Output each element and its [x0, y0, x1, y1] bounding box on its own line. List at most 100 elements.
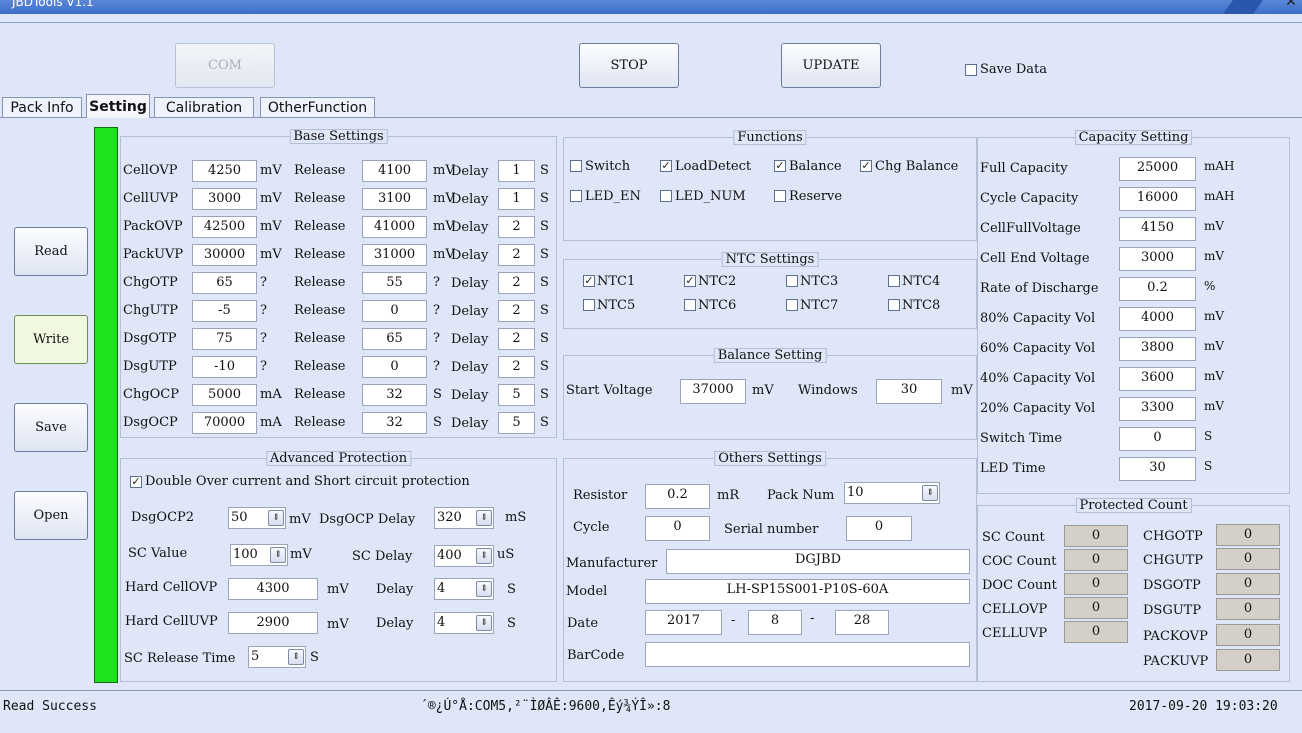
sc-delay-select[interactable]: 400 ⇕: [434, 545, 494, 567]
delay-value-input[interactable]: 2: [498, 356, 535, 378]
read-button[interactable]: Read: [14, 227, 88, 276]
spin-icon[interactable]: ⇕: [476, 510, 492, 526]
delay-value-input[interactable]: 5: [498, 412, 535, 434]
function-checkbox[interactable]: ✓: [860, 160, 872, 172]
spin-icon[interactable]: ⇕: [288, 649, 304, 665]
tab-other-function[interactable]: OtherFunction: [260, 97, 375, 117]
update-button[interactable]: UPDATE: [781, 43, 881, 88]
delay-value-input[interactable]: 2: [498, 272, 535, 294]
ntc-checkbox[interactable]: ✓: [684, 275, 696, 287]
release-value-input[interactable]: 32: [362, 384, 427, 406]
release-value-input[interactable]: 0: [362, 356, 427, 378]
start-voltage-input[interactable]: 37000: [680, 379, 746, 404]
model-input[interactable]: LH-SP15S001-P10S-60A: [645, 579, 970, 604]
delay-value-input[interactable]: 2: [498, 300, 535, 322]
function-label: Balance: [789, 159, 842, 174]
release-value-input[interactable]: 41000: [362, 216, 427, 238]
delay-value-input[interactable]: 2: [498, 244, 535, 266]
function-checkbox[interactable]: [570, 190, 582, 202]
ntc-checkbox[interactable]: [786, 275, 798, 287]
release-value-input[interactable]: 32: [362, 412, 427, 434]
ntc-checkbox[interactable]: [583, 299, 595, 311]
ntc-checkbox[interactable]: ✓: [583, 275, 595, 287]
param-value-input[interactable]: 4250: [192, 160, 257, 182]
hard-celluvp-delay-select[interactable]: 4 ⇕: [434, 612, 494, 634]
cycle-input[interactable]: 0: [645, 516, 710, 541]
spin-icon[interactable]: ⇕: [270, 547, 286, 563]
ntc-checkbox[interactable]: [888, 299, 900, 311]
release-value-input[interactable]: 55: [362, 272, 427, 294]
close-icon[interactable]: ✕: [1280, 0, 1302, 14]
dsgocp-delay-select[interactable]: 320 ⇕: [434, 507, 494, 529]
save-button[interactable]: Save: [14, 403, 88, 452]
function-checkbox[interactable]: [660, 190, 672, 202]
tab-pack-info[interactable]: Pack Info: [2, 97, 82, 117]
capacity-input[interactable]: 3300: [1119, 397, 1196, 421]
spin-icon[interactable]: ⇕: [476, 581, 492, 597]
capacity-input[interactable]: 0.2: [1119, 277, 1196, 301]
sc-release-select[interactable]: 5 ⇕: [248, 646, 306, 668]
spin-icon[interactable]: ⇕: [268, 510, 284, 526]
ntc-checkbox[interactable]: [684, 299, 696, 311]
windows-input[interactable]: 30: [876, 379, 942, 404]
capacity-input[interactable]: 25000: [1119, 157, 1196, 181]
capacity-input[interactable]: 0: [1119, 427, 1196, 451]
ntc-checkbox[interactable]: [786, 299, 798, 311]
sc-value-select[interactable]: 100 ⇕: [230, 544, 288, 566]
param-value-input[interactable]: 30000: [192, 244, 257, 266]
ntc-checkbox[interactable]: [888, 275, 900, 287]
param-value-input[interactable]: 65: [192, 272, 257, 294]
release-value-input[interactable]: 0: [362, 300, 427, 322]
capacity-input[interactable]: 16000: [1119, 187, 1196, 211]
tab-setting[interactable]: Setting: [86, 94, 150, 118]
hard-cellovp-input[interactable]: 4300: [228, 578, 318, 600]
param-value-input[interactable]: 70000: [192, 412, 257, 434]
delay-value-input[interactable]: 2: [498, 216, 535, 238]
write-button[interactable]: Write: [14, 315, 88, 364]
param-value-input[interactable]: 5000: [192, 384, 257, 406]
save-data-checkbox[interactable]: [965, 64, 977, 76]
release-value-input[interactable]: 3100: [362, 188, 427, 210]
serial-number-input[interactable]: 0: [846, 516, 912, 541]
spin-icon[interactable]: ⇕: [922, 485, 938, 501]
date-day-input[interactable]: 28: [835, 610, 889, 635]
capacity-input[interactable]: 4150: [1119, 217, 1196, 241]
com-button[interactable]: COM: [175, 43, 275, 88]
capacity-input[interactable]: 3600: [1119, 367, 1196, 391]
capacity-input[interactable]: 3800: [1119, 337, 1196, 361]
function-checkbox[interactable]: ✓: [774, 160, 786, 172]
function-checkbox[interactable]: [774, 190, 786, 202]
delay-value-input[interactable]: 2: [498, 328, 535, 350]
param-value-input[interactable]: -10: [192, 356, 257, 378]
delay-value-input[interactable]: 5: [498, 384, 535, 406]
hard-celluvp-input[interactable]: 2900: [228, 612, 318, 634]
release-value-input[interactable]: 4100: [362, 160, 427, 182]
capacity-input[interactable]: 4000: [1119, 307, 1196, 331]
param-value-input[interactable]: 42500: [192, 216, 257, 238]
manufacturer-input[interactable]: DGJBD: [666, 549, 970, 574]
release-value-input[interactable]: 65: [362, 328, 427, 350]
param-value-input[interactable]: 75: [192, 328, 257, 350]
spin-icon[interactable]: ⇕: [476, 548, 492, 564]
resistor-input[interactable]: 0.2: [645, 484, 710, 509]
function-checkbox[interactable]: [570, 160, 582, 172]
spin-icon[interactable]: ⇕: [476, 615, 492, 631]
delay-value-input[interactable]: 1: [498, 160, 535, 182]
stop-button[interactable]: STOP: [579, 43, 679, 88]
param-value-input[interactable]: -5: [192, 300, 257, 322]
tab-calibration[interactable]: Calibration: [154, 97, 254, 117]
barcode-input[interactable]: [645, 642, 970, 667]
delay-value-input[interactable]: 1: [498, 188, 535, 210]
date-year-input[interactable]: 2017: [645, 610, 722, 635]
open-button[interactable]: Open: [14, 491, 88, 540]
double-protection-checkbox[interactable]: ✓: [130, 476, 142, 488]
release-value-input[interactable]: 31000: [362, 244, 427, 266]
function-checkbox[interactable]: ✓: [660, 160, 672, 172]
date-month-input[interactable]: 8: [748, 610, 802, 635]
dsgocp2-select[interactable]: 50 ⇕: [228, 507, 286, 529]
pack-num-select[interactable]: 10 ⇕: [844, 482, 940, 504]
param-value-input[interactable]: 3000: [192, 188, 257, 210]
capacity-input[interactable]: 30: [1119, 457, 1196, 481]
hard-cellovp-delay-select[interactable]: 4 ⇕: [434, 578, 494, 600]
capacity-input[interactable]: 3000: [1119, 247, 1196, 271]
